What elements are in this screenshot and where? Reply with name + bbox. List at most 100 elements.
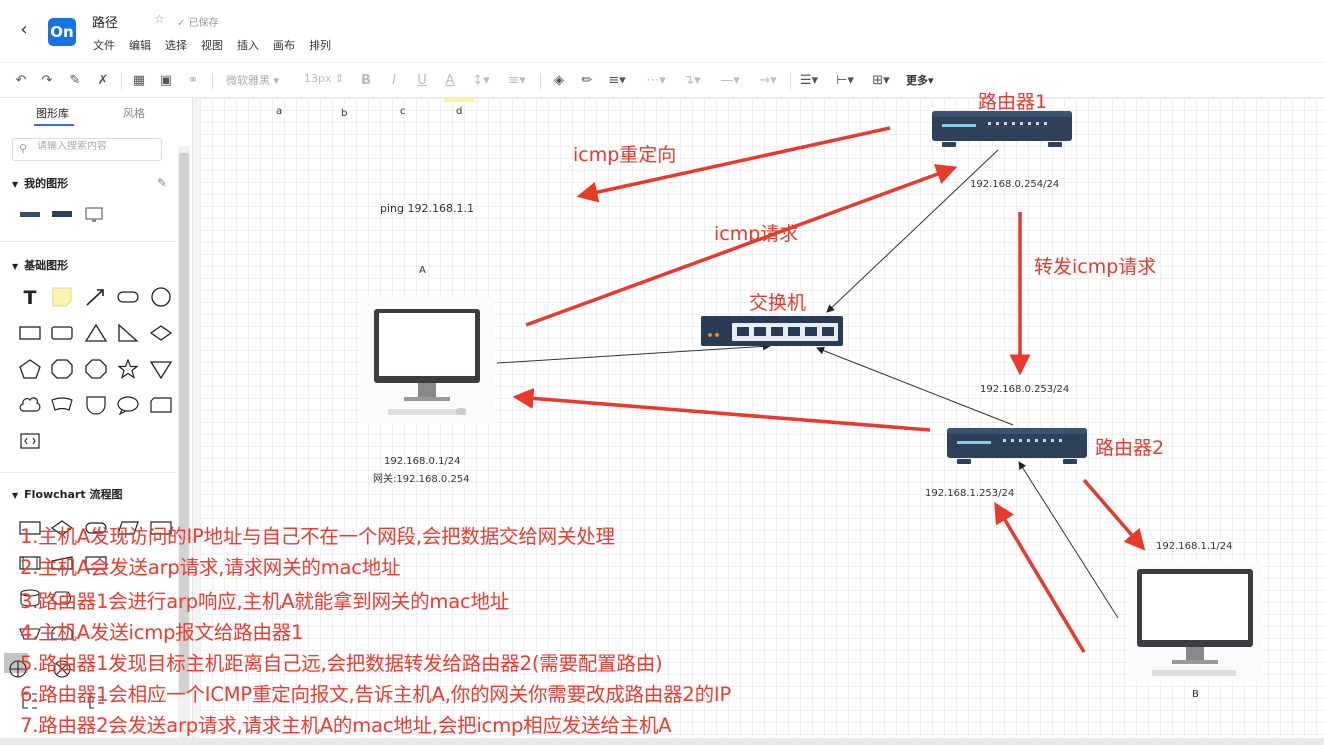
caret-down-icon: ▼ xyxy=(12,180,19,189)
align-icon[interactable]: ≡▾ xyxy=(506,72,528,90)
caret-down-icon: ▼ xyxy=(12,491,19,500)
shape-cloud[interactable] xyxy=(18,395,42,415)
search-icon: ⚲ xyxy=(19,142,28,155)
line-color-icon[interactable]: ✏ xyxy=(578,72,596,90)
menu-edit[interactable]: 编辑 xyxy=(129,37,151,53)
link-icon[interactable]: ⚭ xyxy=(184,72,202,90)
icmp-redirect-label: icmp重定向 xyxy=(573,144,677,166)
shape-callout[interactable] xyxy=(116,395,140,416)
host-b-computer[interactable] xyxy=(1128,562,1262,682)
layer-icon[interactable]: ☰▾ xyxy=(798,72,820,90)
connector-icon[interactable]: ↴▾ xyxy=(680,72,704,90)
section-flowchart[interactable]: ▼ Flowchart 流程图 xyxy=(12,486,122,502)
shape-rectangle[interactable] xyxy=(18,323,42,343)
toolbar-divider xyxy=(540,73,541,89)
host-a-gateway: 网关:192.168.0.254 xyxy=(373,474,470,485)
menu-arrange[interactable]: 排列 xyxy=(309,37,331,53)
router-2-device[interactable] xyxy=(945,425,1089,467)
shape-arrow[interactable] xyxy=(84,287,108,307)
toolbar-divider xyxy=(121,73,122,89)
host-a-computer[interactable] xyxy=(360,297,494,423)
saved-status-text: 已保存 xyxy=(188,18,219,29)
shape-pentagon[interactable] xyxy=(18,359,42,379)
step-2: 2.主机A会发送arp请求,请求网关的mac地址 xyxy=(20,556,401,579)
font-family-select[interactable]: 微软雅黑 ▾ xyxy=(226,72,279,88)
edit-icon[interactable]: ✎ xyxy=(157,176,167,190)
clear-format-icon[interactable]: ✗ xyxy=(94,72,112,90)
font-size-select[interactable]: 13px ⇕ xyxy=(304,72,344,85)
forward-request-label: 转发icmp请求 xyxy=(1034,256,1157,278)
app-header: ‹ On 路径 ☆ ✓ 已保存 文件 编辑 选择 视图 插入 画布 排列 xyxy=(0,0,1324,62)
section-basic-shapes-title: 基础图形 xyxy=(24,259,69,272)
group-icon[interactable]: ⊞▾ xyxy=(870,72,892,90)
col-label-a: a xyxy=(276,106,283,117)
undo-icon[interactable]: ↶ xyxy=(12,72,30,90)
bold-icon[interactable]: B xyxy=(358,72,374,90)
star-icon[interactable]: ☆ xyxy=(154,12,165,26)
section-flowchart-title: Flowchart 流程图 xyxy=(24,488,123,501)
document-title[interactable]: 路径 xyxy=(92,12,118,31)
line-start-icon[interactable]: —▾ xyxy=(716,72,744,90)
shape-rect-rounded-small[interactable] xyxy=(50,323,74,343)
shape-triangle[interactable] xyxy=(84,323,108,343)
switch-label: 交换机 xyxy=(749,292,807,314)
shape-diamond[interactable] xyxy=(149,323,173,343)
menu-file[interactable]: 文件 xyxy=(93,37,115,53)
shape-rounded-rect[interactable] xyxy=(116,287,140,307)
shape-octagon[interactable] xyxy=(84,359,108,379)
section-divider xyxy=(0,241,176,242)
tab-shape-library[interactable]: 图形库 xyxy=(36,105,69,121)
image-icon[interactable]: ▣ xyxy=(157,72,175,90)
redo-icon[interactable]: ↷ xyxy=(38,72,56,90)
fill-color-icon[interactable]: ◈ xyxy=(550,72,568,90)
shape-right-triangle[interactable] xyxy=(116,323,140,343)
section-my-shapes[interactable]: ▼ 我的图形 xyxy=(12,175,68,191)
toolbar-divider xyxy=(790,73,791,89)
line-weight-icon[interactable]: ≡▾ xyxy=(606,72,628,90)
shape-star[interactable] xyxy=(116,358,140,379)
align-objects-icon[interactable]: ⊢▾ xyxy=(834,72,856,90)
shape-note[interactable] xyxy=(50,287,74,307)
router-1-label: 路由器1 xyxy=(978,91,1048,113)
section-my-shapes-title: 我的图形 xyxy=(24,177,69,190)
line-style-icon[interactable]: ⋯▾ xyxy=(644,72,668,90)
back-chevron-icon[interactable]: ‹ xyxy=(14,20,34,40)
router-1-device[interactable] xyxy=(930,108,1074,150)
grid-icon[interactable]: ▦ xyxy=(130,72,148,90)
shape-circle[interactable] xyxy=(149,287,173,307)
my-shape-router[interactable] xyxy=(18,205,42,225)
italic-icon[interactable]: I xyxy=(386,72,402,90)
section-basic-shapes[interactable]: ▼ 基础图形 xyxy=(12,257,68,273)
format-painter-icon[interactable]: ✎ xyxy=(66,72,84,90)
shape-banner[interactable] xyxy=(50,395,74,415)
shape-folded-rect[interactable] xyxy=(149,395,173,415)
shape-code[interactable] xyxy=(18,431,42,451)
shape-inverted-triangle[interactable] xyxy=(149,359,173,380)
canvas-horizontal-scrollbar[interactable] xyxy=(0,738,1324,745)
menu-view[interactable]: 视图 xyxy=(201,37,223,53)
line-end-icon[interactable]: →▾ xyxy=(754,72,782,90)
shape-document[interactable] xyxy=(84,395,108,415)
saved-status: ✓ 已保存 xyxy=(177,18,219,29)
line-height-icon[interactable]: ↕▾ xyxy=(470,72,492,90)
menu-select[interactable]: 选择 xyxy=(165,37,187,53)
my-shape-switch[interactable] xyxy=(50,205,74,225)
my-shape-monitor[interactable] xyxy=(82,205,106,225)
step-7: 7.路由器2会发送arp请求,请求主机A的mac地址,会把icmp相应发送给主机… xyxy=(20,714,672,737)
shape-text[interactable]: T xyxy=(18,287,42,309)
search-input[interactable] xyxy=(37,141,157,152)
menu-bar: 文件 编辑 选择 视图 插入 画布 排列 xyxy=(93,37,345,53)
menu-canvas[interactable]: 画布 xyxy=(273,37,295,53)
step-3: 3.路由器1会进行arp响应,主机A就能拿到网关的mac地址 xyxy=(20,590,510,613)
underline-icon[interactable]: U xyxy=(414,72,430,90)
router-2-ip-lower: 192.168.1.253/24 xyxy=(925,488,1015,499)
menu-insert[interactable]: 插入 xyxy=(237,37,259,53)
shape-search[interactable]: ⚲ xyxy=(12,138,162,161)
tab-style[interactable]: 风格 xyxy=(123,105,145,121)
font-size-value: 13px xyxy=(304,72,332,85)
more-button[interactable]: 更多▾ xyxy=(906,72,934,88)
more-label: 更多 xyxy=(906,74,928,87)
switch-device[interactable] xyxy=(700,314,844,348)
font-color-icon[interactable]: A xyxy=(442,72,458,90)
shape-octagon-wide[interactable] xyxy=(50,359,74,379)
